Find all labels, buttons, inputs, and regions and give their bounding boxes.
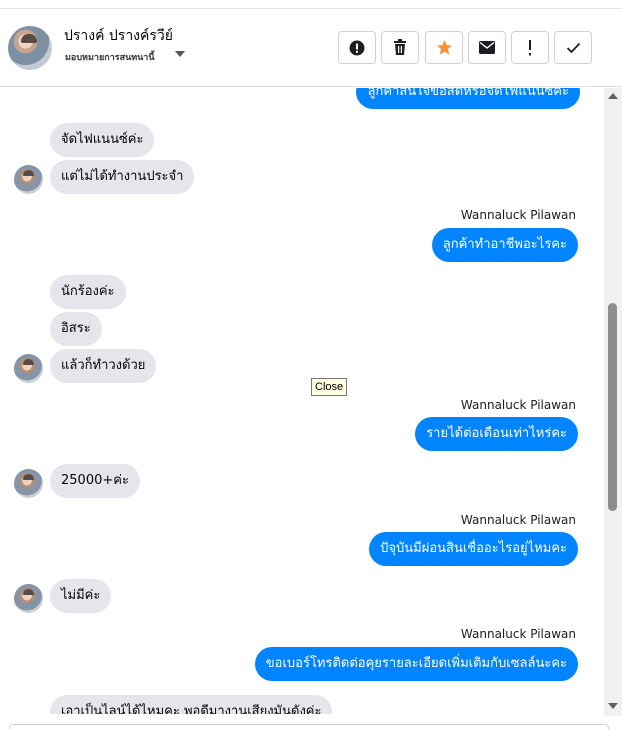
- sender-name: Wannaluck Pilawan: [460, 513, 576, 527]
- scroll-down-arrow-icon[interactable]: [608, 703, 618, 709]
- star-icon: [436, 39, 452, 55]
- contact-avatar-small: [14, 165, 43, 194]
- scrollbar-thumb[interactable]: [608, 303, 617, 511]
- check-icon: [566, 42, 580, 53]
- message-outgoing[interactable]: ปัจุบันมีผ่อนสินเชื่ออะไรอยู่ไหมคะ: [369, 532, 578, 566]
- message-composer[interactable]: [9, 724, 609, 729]
- sender-name: Wannaluck Pilawan: [460, 627, 576, 641]
- window-top-edge: [0, 0, 622, 9]
- chevron-down-icon[interactable]: [175, 51, 185, 57]
- message-incoming[interactable]: แต่ไม่ได้ทำงานประจำ: [50, 160, 195, 194]
- mark-unread-button[interactable]: [468, 31, 506, 64]
- message-list[interactable]: ลูกค้าสนใจขอสัดหรือจัดไฟแนนซ์คะ จัดไฟแนน…: [0, 88, 622, 714]
- message-incoming[interactable]: แล้วก็ทำวงด้วย: [50, 349, 157, 383]
- message-outgoing[interactable]: ลูกค้าทำอาชีพอะไรคะ: [431, 228, 578, 262]
- contact-avatar-small: [14, 469, 43, 498]
- contact-avatar-small: [14, 354, 43, 383]
- message-incoming[interactable]: นักร้องค่ะ: [50, 275, 126, 309]
- message-outgoing[interactable]: ขอเบอร์โทรติดต่อคุยรายละเอียดเพิ่มเติมกั…: [254, 647, 578, 681]
- contact-avatar[interactable]: [8, 26, 52, 70]
- sender-name: Wannaluck Pilawan: [460, 398, 576, 412]
- message-outgoing[interactable]: ลูกค้าสนใจขอสัดหรือจัดไฟแนนซ์คะ: [356, 88, 580, 109]
- delete-button[interactable]: [381, 31, 419, 64]
- star-button[interactable]: [425, 31, 463, 64]
- scroll-up-arrow-icon[interactable]: [608, 93, 618, 99]
- contact-avatar-small: [14, 584, 43, 613]
- mark-done-button[interactable]: [554, 31, 592, 64]
- message-incoming[interactable]: ไม่มีค่ะ: [50, 579, 112, 613]
- close-tooltip: Close: [311, 378, 348, 396]
- message-incoming[interactable]: อิสระ: [50, 312, 102, 346]
- follow-up-button[interactable]: [511, 31, 549, 64]
- contact-name[interactable]: ปรางค์ ปรางค์รวีย์: [64, 25, 173, 47]
- assign-conversation-label[interactable]: มอบหมายการสนทนานี้: [65, 50, 155, 64]
- exclamation-icon: [529, 39, 531, 55]
- conversation-header: ปรางค์ ปรางค์รวีย์ มอบหมายการสนทนานี้: [0, 9, 622, 87]
- message-incoming[interactable]: 25000+ค่ะ: [50, 464, 140, 498]
- message-incoming[interactable]: จัดไฟแนนซ์ค่ะ: [50, 123, 155, 157]
- envelope-icon: [479, 41, 495, 54]
- message-outgoing[interactable]: รายได้ต่อเดือนเท่าไหร่คะ: [415, 417, 578, 451]
- spam-button[interactable]: [338, 31, 376, 64]
- alert-circle-icon: [349, 40, 365, 55]
- trash-icon: [394, 39, 406, 55]
- sender-name: Wannaluck Pilawan: [460, 208, 576, 222]
- message-incoming[interactable]: เอาเป็นไลน์ได้ไหมคะ พอดีมางานเสียงมันดัง…: [50, 695, 333, 714]
